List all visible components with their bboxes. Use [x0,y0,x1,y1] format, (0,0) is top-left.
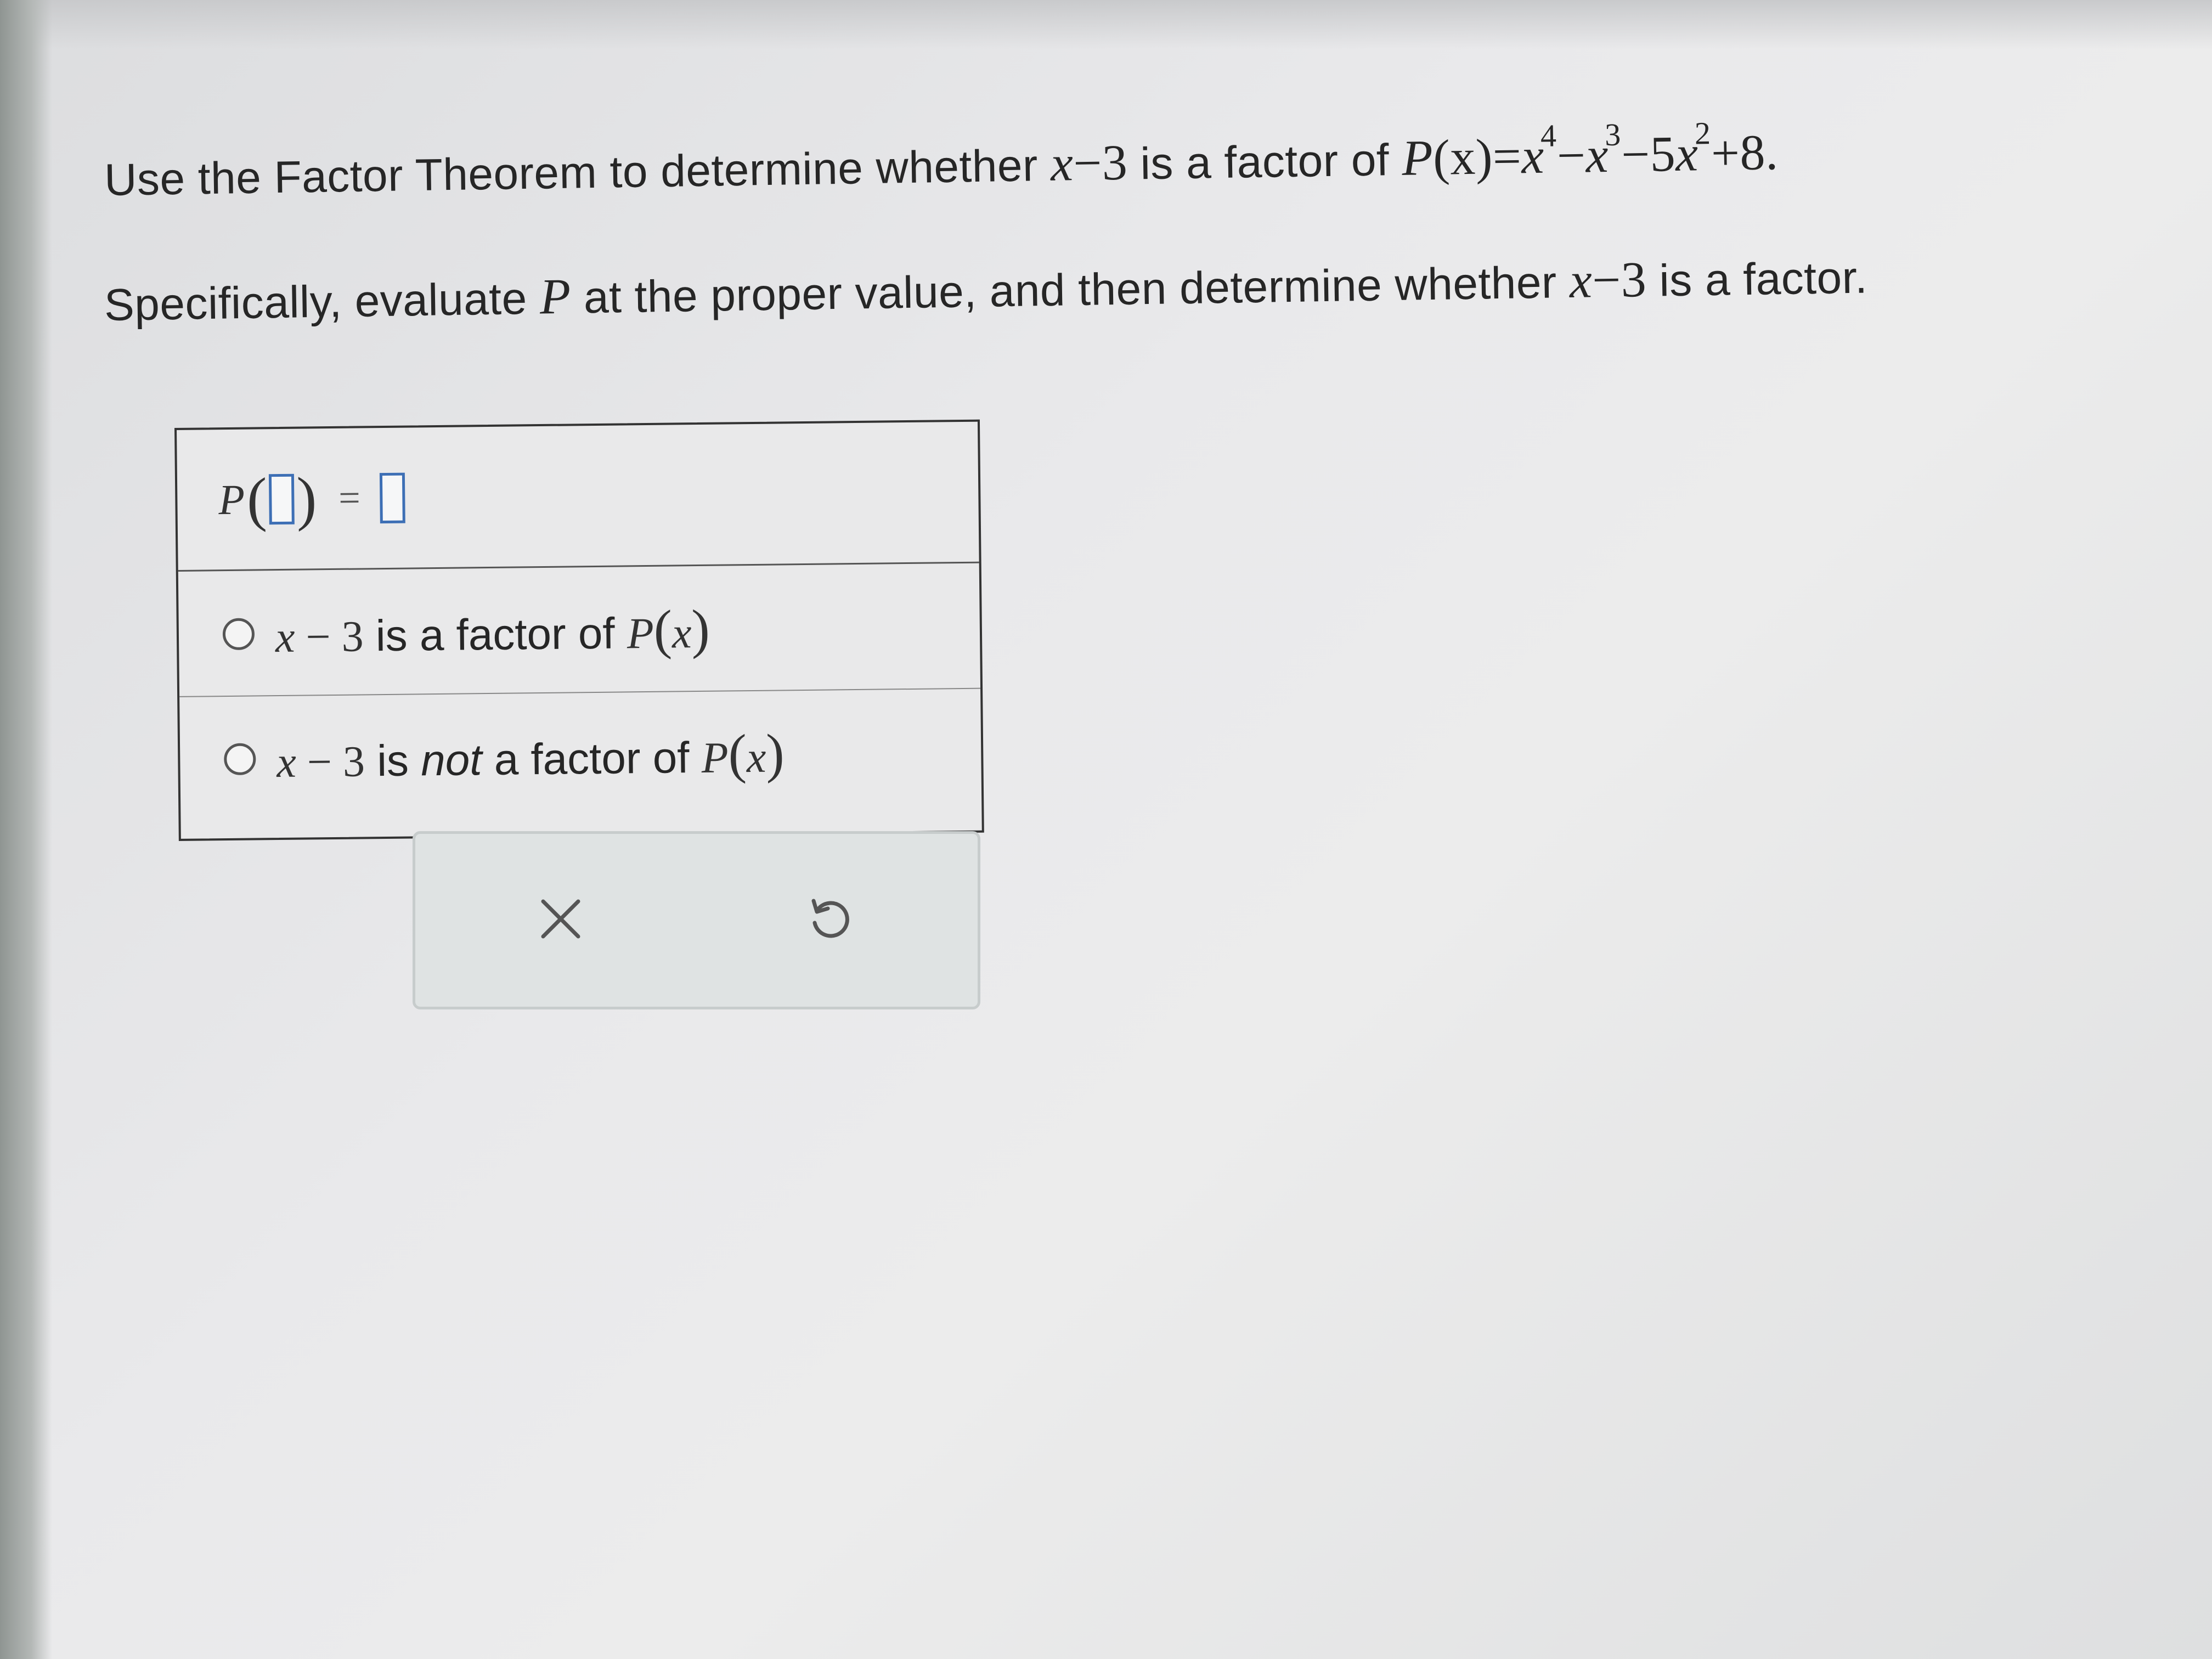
question-text: is a factor of [1139,135,1390,189]
close-paren: ) [296,465,317,532]
question-screen: Use the Factor Theorem to determine whet… [0,0,2212,1659]
question-text: is a factor. [1658,252,1868,306]
undo-icon [811,899,849,938]
radio-is-factor[interactable] [222,617,255,650]
question-text: at the proper value, and then determine … [583,257,1558,323]
divisor-expression: x−3 [1569,251,1647,309]
question-line-2: Specifically, evaluate P at the proper v… [104,247,1868,332]
question-line-1: Use the Factor Theorem to determine whet… [104,114,1779,207]
emphasis-text: not [420,735,482,785]
option-is-factor[interactable]: x − 3 is a factor of P(x) [178,564,981,697]
equals-sign: = [338,476,361,520]
function-name: P [218,475,245,523]
evaluation-expression: P ( ) = [218,463,406,535]
option-label: x − 3 is a factor of P(x) [275,598,710,662]
open-paren: ( [246,465,268,533]
polynomial-expression: P(x)=x4−x3−5x2+8. [1401,115,1779,186]
radio-not-factor[interactable] [224,742,256,775]
question-text: Specifically, evaluate [104,273,528,330]
divisor-expression: x−3 [1050,134,1128,191]
option-not-factor[interactable]: x − 3 is not a factor of P(x) [179,690,981,821]
clear-button[interactable] [525,883,596,955]
evaluation-result-input[interactable] [380,472,406,523]
close-icon [541,899,580,939]
evaluation-point-input[interactable] [269,473,295,524]
polynomial-name: P [539,268,572,325]
evaluation-row: P ( ) = [177,421,979,572]
answer-box: P ( ) = x − 3 is a factor of P(x) x − 3 … [174,419,984,841]
undo-button[interactable] [794,883,865,955]
option-label: x − 3 is not a factor of P(x) [276,723,785,787]
question-text: Use the Factor Theorem to determine whet… [104,140,1039,205]
action-panel [413,831,980,1009]
